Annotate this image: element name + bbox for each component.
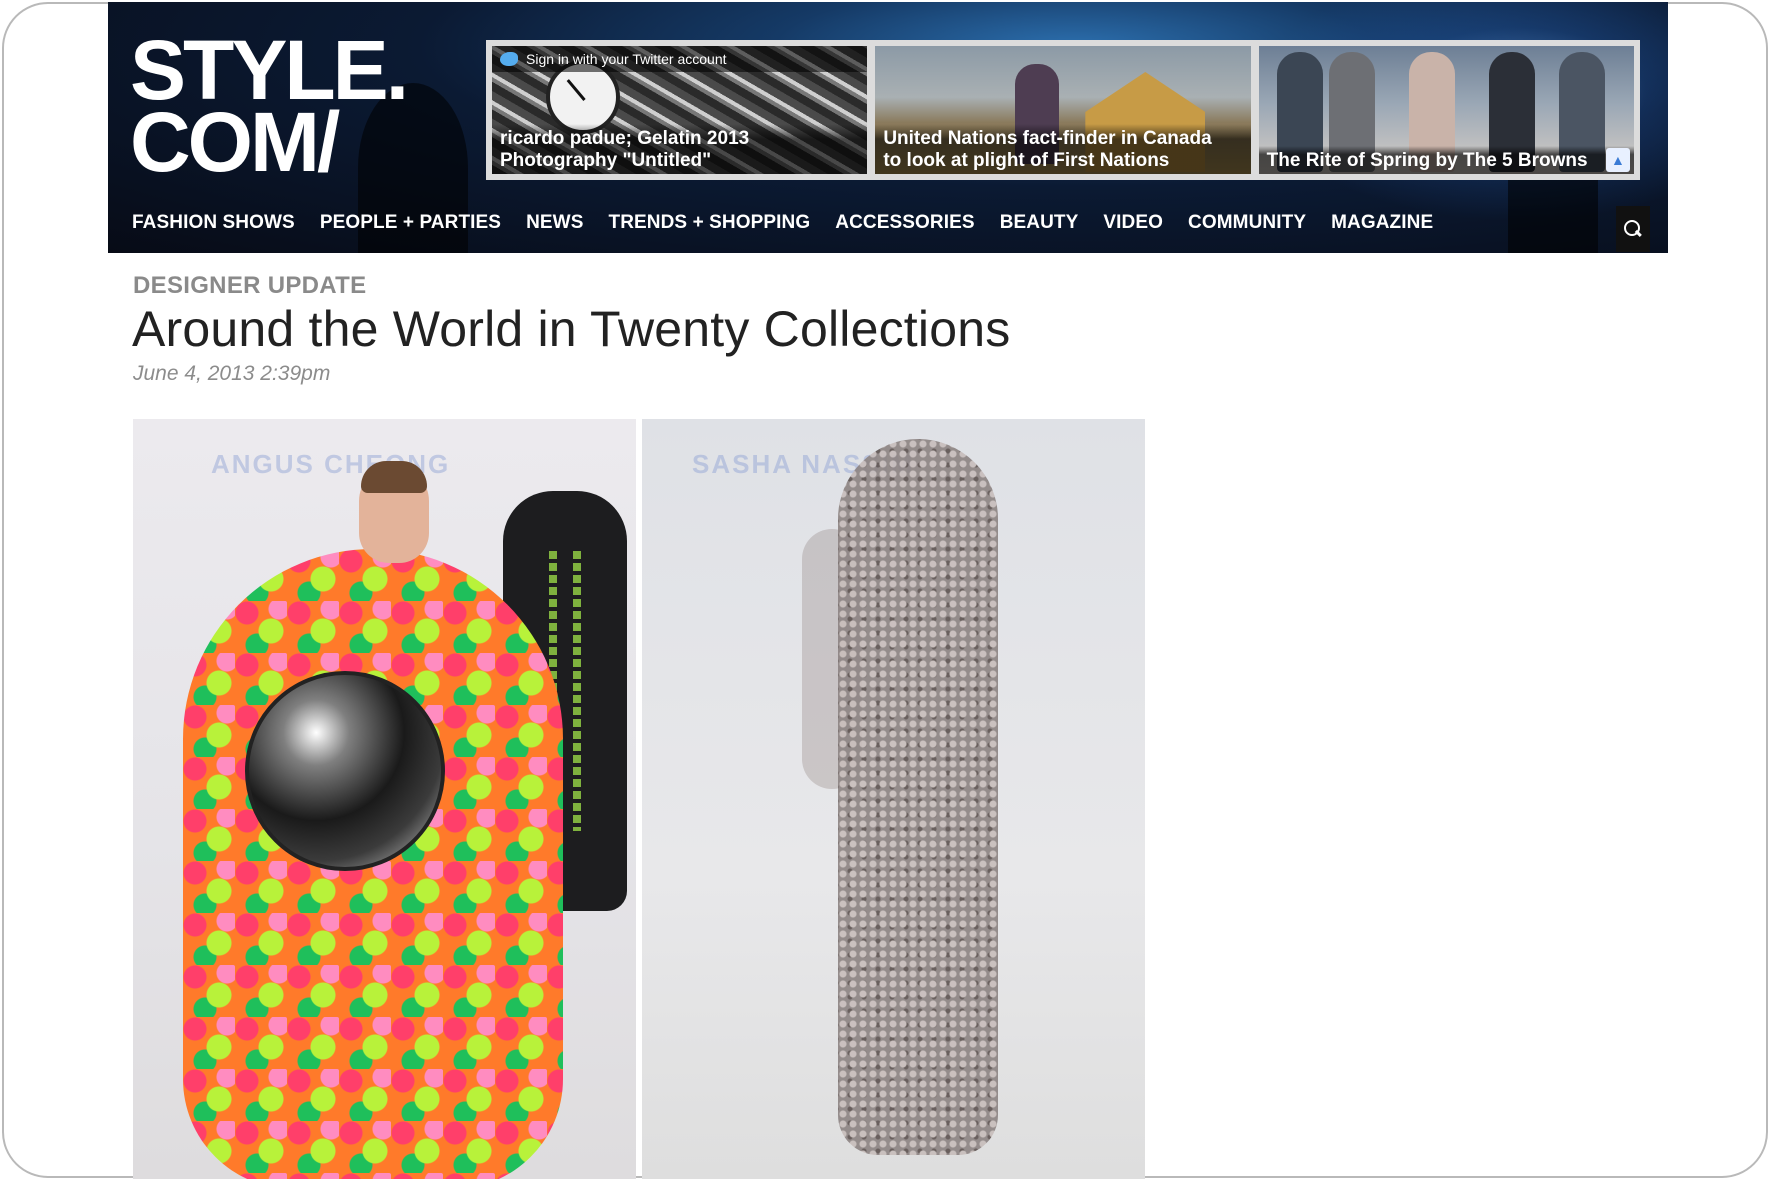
promo-caption-line-1: ricardo padue; Gelatin 2013 <box>500 128 750 149</box>
search-icon <box>1624 220 1642 238</box>
promo-card-un[interactable]: United Nations fact-finder in Canada to … <box>875 46 1251 174</box>
up-arrow-icon[interactable]: ▲ <box>1605 148 1630 172</box>
promo-caption: United Nations fact-finder in Canada to … <box>875 124 1251 174</box>
promo-caption-line-2: to look at plight of First Nations <box>883 150 1170 171</box>
promo-caption-line-2: Photography "Untitled" <box>500 150 712 171</box>
promo-caption: ricardo padue; Gelatin 2013 Photography … <box>492 124 868 174</box>
model-head <box>359 461 429 563</box>
nav-item-magazine[interactable]: MAGAZINE <box>1331 212 1433 234</box>
runway-photo-lace[interactable]: SASHA NASSIM <box>642 419 1145 1179</box>
nav-item-community[interactable]: COMMUNITY <box>1188 212 1306 234</box>
site-header: STYLE. COM/ Sign in with your Twitter ac… <box>108 2 1668 253</box>
twitter-signin-bar[interactable]: Sign in with your Twitter account <box>492 46 868 72</box>
main-nav: FASHION SHOWS PEOPLE + PARTIES NEWS TREN… <box>108 200 1458 246</box>
promo-caption-line-1: United Nations fact-finder in Canada <box>883 128 1212 149</box>
nav-item-fashion-shows[interactable]: FASHION SHOWS <box>132 212 295 234</box>
nav-item-video[interactable]: VIDEO <box>1103 212 1163 234</box>
promo-strip: Sign in with your Twitter account ricard… <box>486 40 1640 180</box>
promo-card-gelatin[interactable]: Sign in with your Twitter account ricard… <box>492 46 868 174</box>
nav-item-news[interactable]: NEWS <box>526 212 583 234</box>
twitter-icon <box>500 52 518 66</box>
article-photos: ANGUS CHEONG SASHA NASSIM <box>133 419 1145 1179</box>
site-logo[interactable]: STYLE. COM/ <box>130 28 409 184</box>
nav-item-beauty[interactable]: BEAUTY <box>1000 212 1079 234</box>
promo-card-rite-of-spring[interactable]: The Rite of Spring by The 5 Browns ▲ <box>1258 46 1634 174</box>
nav-item-trends-shopping[interactable]: TRENDS + SHOPPING <box>608 212 810 234</box>
article-title: Around the World in Twenty Collections <box>132 301 1011 357</box>
promo-caption: The Rite of Spring by The 5 Browns <box>1258 146 1634 174</box>
lace-veil-model <box>838 439 998 1155</box>
nav-item-accessories[interactable]: ACCESSORIES <box>835 212 974 234</box>
search-button[interactable] <box>1616 206 1650 252</box>
section-label[interactable]: DESIGNER UPDATE <box>133 272 366 300</box>
promo-caption-line-1: The Rite of Spring by The 5 Browns <box>1266 150 1588 171</box>
mirror-helmet <box>245 671 445 871</box>
runway-photo-pompom[interactable]: ANGUS CHEONG <box>133 419 636 1179</box>
coat-stripe <box>573 551 581 831</box>
article-date: June 4, 2013 2:39pm <box>133 362 331 385</box>
twitter-signin-label: Sign in with your Twitter account <box>526 51 727 67</box>
nav-item-people-parties[interactable]: PEOPLE + PARTIES <box>320 212 501 234</box>
